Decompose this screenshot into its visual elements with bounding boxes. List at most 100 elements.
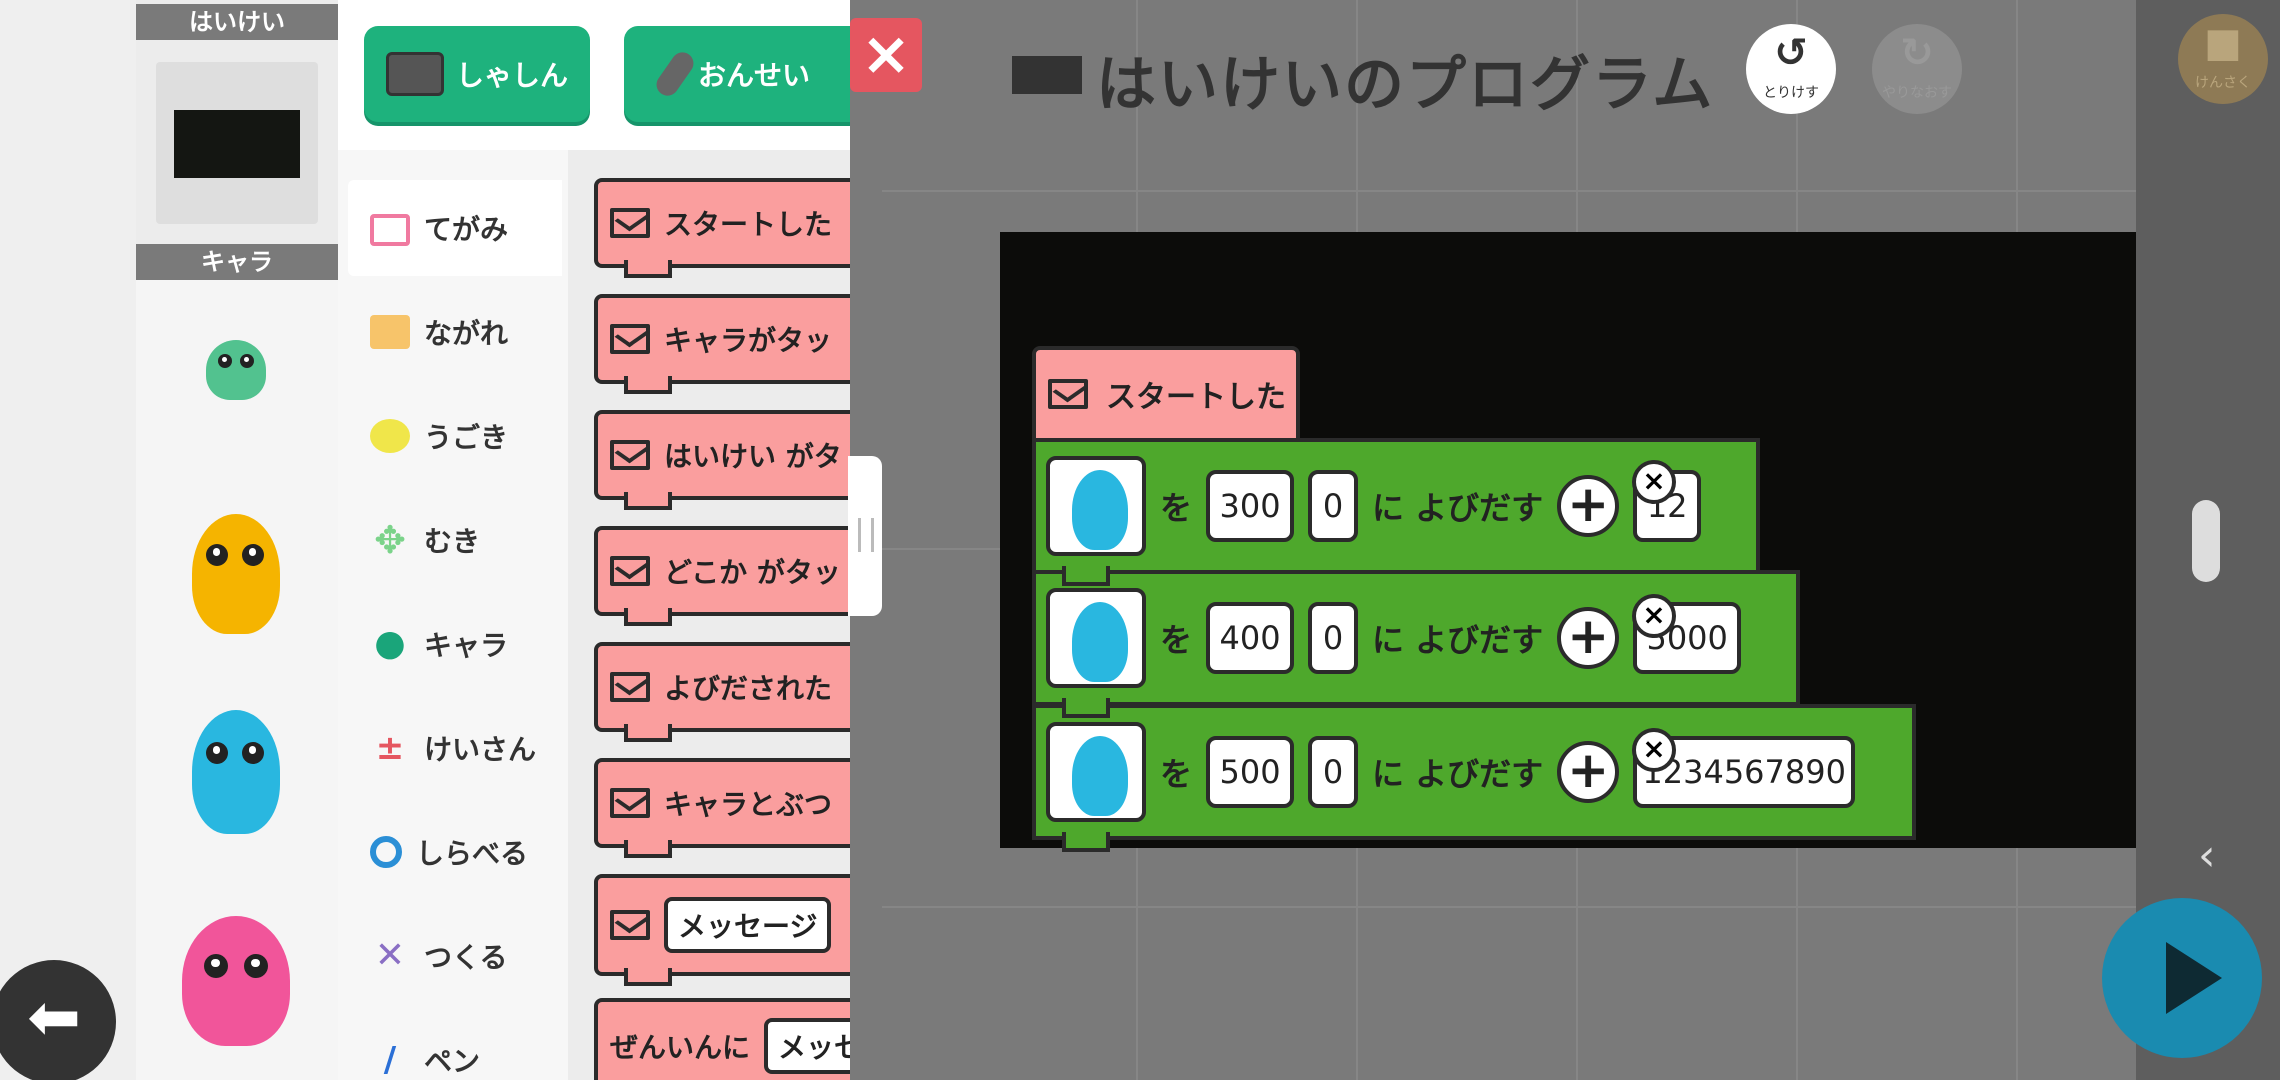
character-selector[interactable]: [1046, 722, 1146, 822]
particle-label: を: [1160, 621, 1193, 659]
mail-icon: [610, 556, 650, 586]
close-button[interactable]: ×: [850, 18, 922, 92]
undo-button[interactable]: ↺ とりけす: [1746, 24, 1836, 114]
category-label: つくる: [424, 941, 508, 974]
palette-block-character-touched[interactable]: キャラがタッ: [594, 294, 850, 394]
category-nagare[interactable]: ながれ: [348, 284, 562, 380]
category-kyara[interactable]: ● キャラ: [348, 596, 562, 692]
palette-block-collide[interactable]: キャラとぶつ: [594, 758, 850, 858]
back-button[interactable]: ⬅: [0, 960, 116, 1080]
redo-icon: ↻: [1900, 30, 1934, 76]
start-label: スタートした: [1106, 380, 1286, 415]
script-start-block[interactable]: スタートした: [1032, 346, 1300, 442]
y-input[interactable]: 0: [1308, 602, 1359, 674]
grid-line: [882, 190, 2136, 192]
play-button[interactable]: [2102, 898, 2262, 1058]
y-input[interactable]: 0: [1308, 470, 1359, 542]
palette-block-message[interactable]: メッセージ: [594, 874, 850, 986]
spawn-block-2[interactable]: を 400 0 に よびだす + 5000: [1032, 570, 1800, 718]
character-selector[interactable]: [1046, 588, 1146, 688]
arrow-left-icon: ⬅: [27, 981, 81, 1055]
category-tegami[interactable]: てがみ: [348, 180, 562, 276]
palette-block-called[interactable]: よびだされた: [594, 642, 850, 742]
undo-icon: ↺: [1774, 30, 1808, 76]
category-label: けいさん: [424, 733, 537, 766]
character-selector[interactable]: [1046, 456, 1146, 556]
camera-icon: ■: [2204, 20, 2242, 66]
stage-panel: はいけい キャラ: [136, 0, 338, 1080]
photo-button[interactable]: しゃしん: [364, 26, 590, 122]
mail-icon: [1048, 379, 1088, 409]
spawn-block-3[interactable]: を 500 0 に よびだす + 1234567890: [1032, 704, 1916, 852]
category-ugoki[interactable]: うごき: [348, 388, 562, 484]
mail-icon: [610, 324, 650, 354]
add-icon[interactable]: +: [1557, 607, 1620, 669]
redo-label: やりなおす: [1882, 85, 1952, 101]
character-item-blue[interactable]: [136, 680, 338, 880]
palette-block-broadcast[interactable]: ぜんいんに メッセ: [594, 998, 850, 1080]
motion-icon: [370, 419, 410, 453]
camera-button[interactable]: ■ けんさく: [2178, 14, 2268, 104]
category-shiraberu[interactable]: しらべる: [348, 804, 562, 900]
mail-icon: [610, 440, 650, 470]
category-list: てがみ ながれ うごき ✥ むき ● キャラ ± けいさん しらべる ✕ つくる…: [338, 0, 568, 1080]
background-thumbnail[interactable]: [156, 62, 318, 224]
category-muki[interactable]: ✥ むき: [348, 492, 562, 588]
microphone-icon: [652, 48, 698, 100]
scroll-thumb[interactable]: [2192, 500, 2220, 582]
add-icon[interactable]: +: [1557, 741, 1620, 803]
x-input[interactable]: 400: [1206, 602, 1295, 674]
top-buttons: しゃしん おんせい: [338, 0, 850, 150]
category-tsukuru[interactable]: ✕ つくる: [348, 908, 562, 1004]
palette-block-background-touched[interactable]: はいけい がタ: [594, 410, 850, 510]
category-label: しらべる: [416, 837, 529, 870]
category-keisan[interactable]: ± けいさん: [348, 700, 562, 796]
category-pen[interactable]: / ペン: [348, 1012, 562, 1080]
page-title: はいけいのプログラム: [1096, 50, 1715, 120]
palette-block-anywhere-touched[interactable]: どこか がタッ: [594, 526, 850, 626]
camera-label: けんさく: [2195, 75, 2251, 91]
character-item-yellow[interactable]: [136, 480, 338, 680]
redo-button[interactable]: ↻ やりなおす: [1872, 24, 1962, 114]
category-label: ペン: [424, 1045, 481, 1078]
chevron-left-icon[interactable]: ‹: [2198, 830, 2216, 881]
block-palette: スタートした キャラがタッ はいけい がタ どこか がタッ よびだされた キャラ…: [568, 150, 850, 1080]
flow-icon: [370, 315, 410, 349]
panel-collapse-handle[interactable]: [848, 456, 882, 616]
message-input[interactable]: メッセージ: [664, 897, 832, 953]
block-label: キャラとぶつ: [664, 788, 833, 821]
photo-label: しゃしん: [455, 59, 568, 92]
background-preview: [174, 110, 300, 178]
block-label: スタートした: [664, 208, 833, 241]
sound-label: おんせい: [697, 59, 810, 92]
particle-label: を: [1160, 489, 1193, 527]
character-item-pink[interactable]: [136, 880, 338, 1080]
sound-button[interactable]: おんせい: [624, 26, 850, 122]
camera-icon: [385, 52, 444, 96]
left-strip: [0, 0, 136, 1080]
spawn-block-1[interactable]: を 300 0 に よびだす + 12: [1032, 438, 1760, 586]
block-label: はいけい がタ: [664, 440, 842, 473]
x-input[interactable]: 500: [1206, 736, 1295, 808]
palette-block-start[interactable]: スタートした: [594, 178, 850, 278]
block-label: よびだされた: [664, 672, 833, 705]
remove-icon[interactable]: ×: [1632, 594, 1676, 638]
add-icon[interactable]: +: [1557, 475, 1620, 537]
message-input[interactable]: メッセ: [764, 1018, 850, 1074]
undo-label: とりけす: [1763, 85, 1819, 101]
x-input[interactable]: 300: [1206, 470, 1295, 542]
mail-icon: [610, 788, 650, 818]
calculate-icon: ±: [375, 728, 405, 768]
y-input[interactable]: 0: [1308, 736, 1359, 808]
grid-line: [882, 906, 2136, 908]
block-label: キャラがタッ: [664, 324, 833, 357]
background-swatch: [1012, 56, 1082, 94]
character-list: [136, 280, 338, 1080]
character-item-green[interactable]: [136, 280, 338, 480]
remove-icon[interactable]: ×: [1632, 460, 1676, 504]
character-header: キャラ: [136, 244, 338, 280]
remove-icon[interactable]: ×: [1632, 728, 1676, 772]
block-label: ぜんいんに: [610, 1031, 751, 1064]
mail-icon: [370, 214, 410, 246]
category-label: キャラ: [424, 629, 509, 662]
